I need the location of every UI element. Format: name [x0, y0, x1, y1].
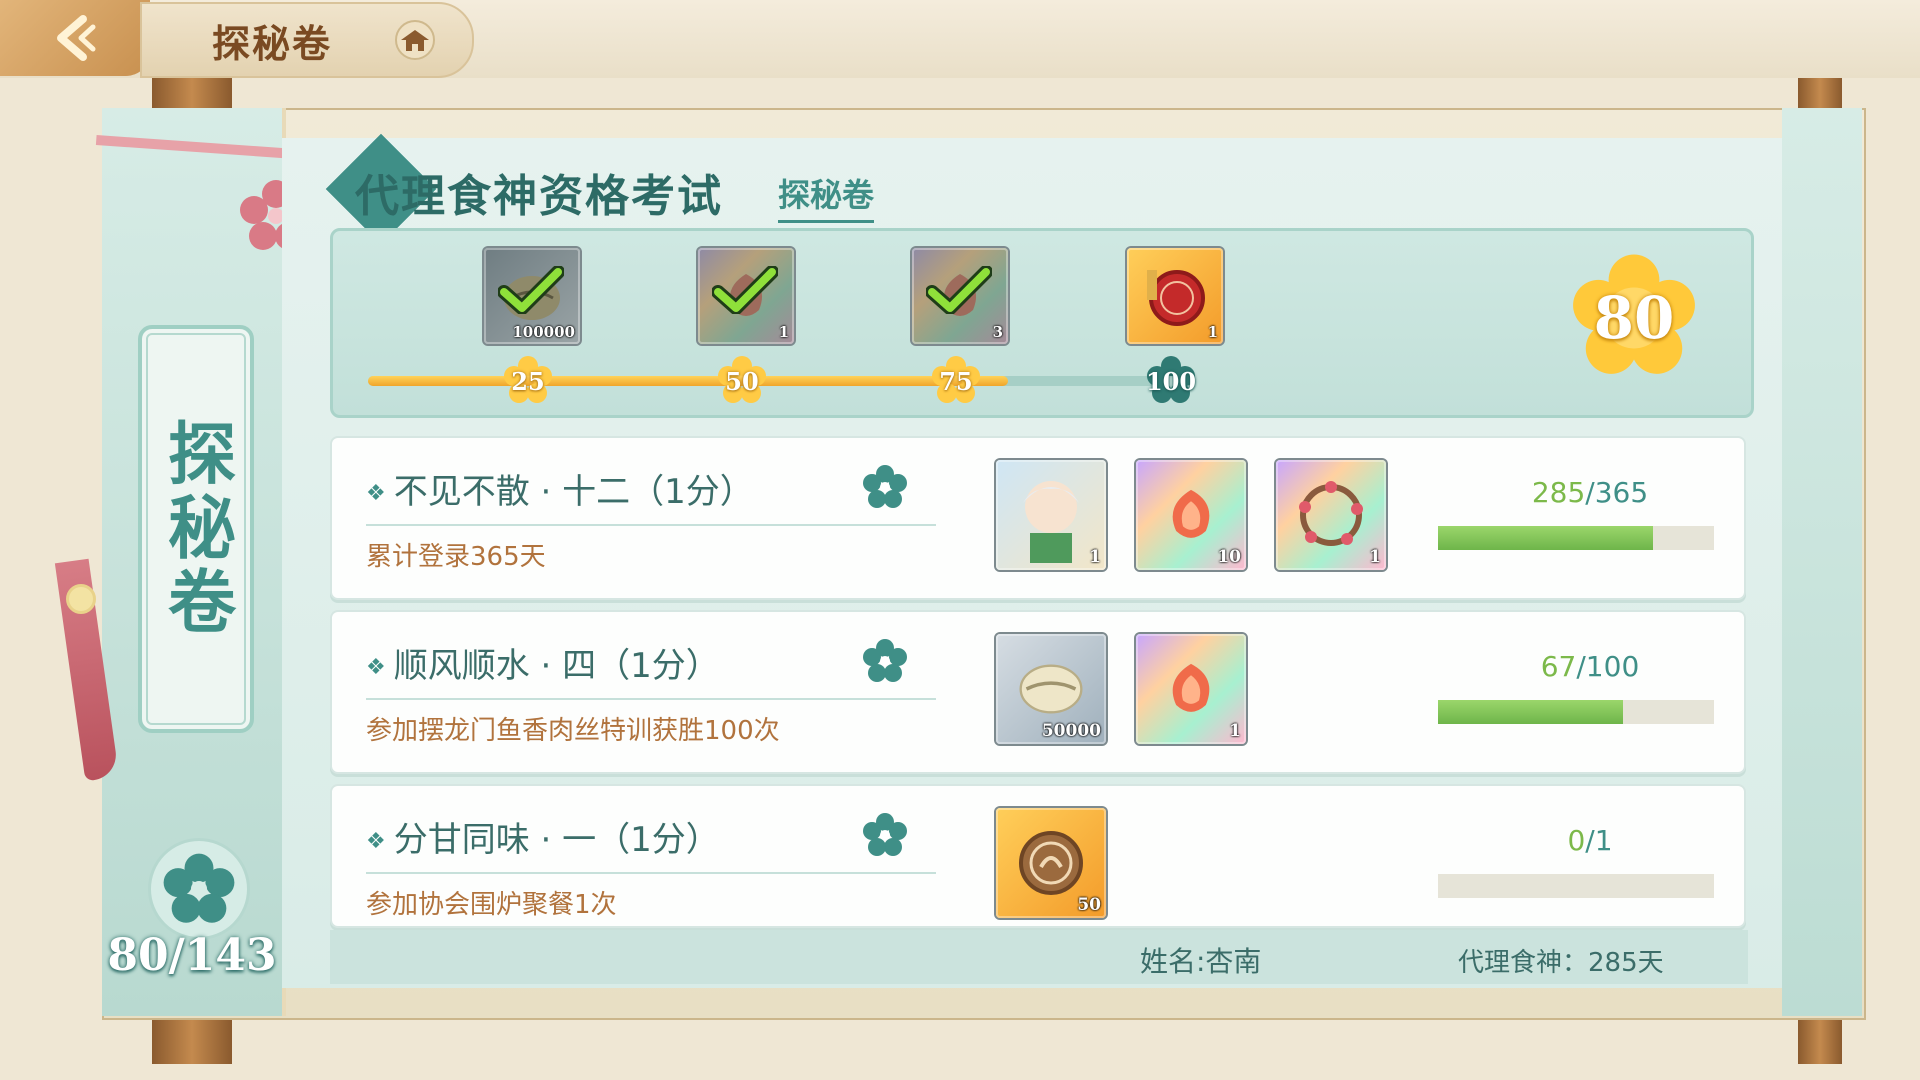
milestone-progress-fill: [368, 376, 1008, 386]
fire-fan-icon: [1172, 663, 1210, 712]
task-reward[interactable]: 50: [996, 808, 1106, 918]
task-name-text: 分甘同味 · 一（1分）: [393, 820, 720, 860]
vertical-title: 探秘卷: [155, 418, 236, 640]
task-name-text: 顺风顺水 · 四（1分）: [393, 646, 720, 686]
footer-bar: 姓名:杏南 代理食神：285天: [330, 930, 1748, 984]
panel-subtitle-tab[interactable]: 探秘卷: [778, 170, 875, 223]
divider: [366, 524, 936, 526]
milestone-label: 75: [939, 366, 973, 396]
home-icon[interactable]: [392, 20, 438, 60]
title-tab: 探秘卷: [140, 2, 474, 78]
reward-quantity: 100000: [512, 323, 575, 341]
back-arrow-icon: [57, 15, 96, 61]
divider: [366, 872, 936, 874]
flower-icon: [163, 853, 235, 923]
milestone-reward-1[interactable]: 100000: [484, 248, 580, 344]
task-progress-text: 0/1: [1452, 824, 1728, 857]
task-reward[interactable]: 1: [1276, 460, 1386, 570]
reward-quantity: 10: [1217, 547, 1241, 567]
milestone-label: 25: [511, 366, 545, 396]
task-progress-fill: [1438, 526, 1654, 550]
vertical-title-plaque: 探秘卷: [138, 325, 254, 733]
diamond-bullet-icon: ❖: [366, 829, 386, 854]
secret-seal-icon: [1147, 270, 1205, 326]
task-description: 参加协会围炉聚餐1次: [366, 890, 617, 920]
flower-icon: [863, 639, 907, 682]
task-name: ❖ 不见不散 · 十二（1分）: [366, 464, 754, 513]
shell-currency-icon: [1019, 664, 1083, 714]
milestone-reward-3[interactable]: 3: [912, 248, 1008, 344]
milestone-reward-2[interactable]: 1: [698, 248, 794, 344]
panel-title: 代理食神资格考试: [355, 171, 723, 222]
task-name: ❖ 分甘同味 · 一（1分）: [366, 812, 720, 861]
task-progress-bar: [1438, 874, 1714, 898]
task-row: ❖ 分甘同味 · 一（1分） 参加协会围炉聚餐1次 50 0/1: [330, 784, 1746, 928]
diamond-bullet-icon: ❖: [366, 481, 386, 506]
task-progress-text: 285/365: [1452, 476, 1728, 509]
current-score-badge: 80: [1568, 252, 1700, 384]
progress-total: /365: [1585, 476, 1649, 509]
milestone-label: 50: [725, 366, 759, 396]
fire-fan-icon: [1172, 489, 1210, 538]
days-as-chef: 代理食神：285天: [1458, 948, 1664, 978]
task-row: ❖ 不见不散 · 十二（1分） 累计登录365天 1 10 1 285/365: [330, 436, 1746, 600]
player-name: 姓名:杏南: [1140, 945, 1262, 978]
reward-quantity: 1: [1207, 323, 1218, 341]
task-reward[interactable]: 10: [1136, 460, 1246, 570]
reward-quantity: 1: [1369, 547, 1381, 567]
flower-icon: [863, 813, 907, 856]
milestone-marker-75: 75: [930, 355, 982, 407]
sidebar-emblem: [148, 838, 250, 940]
task-reward[interactable]: 1: [996, 460, 1106, 570]
scroll-rod-top-left: [152, 78, 232, 108]
reward-quantity: 1: [1229, 721, 1241, 741]
task-progress-bar: [1438, 526, 1714, 550]
reward-quantity: 1: [778, 323, 789, 341]
task-description: 参加摆龙门鱼香肉丝特训获胜100次: [366, 716, 780, 746]
milestone-marker-100: 100: [1145, 355, 1197, 407]
scroll-right-pillar: [1782, 108, 1862, 1016]
reward-quantity: 50: [1077, 895, 1101, 915]
task-reward[interactable]: 1: [1136, 634, 1246, 744]
tassel-bead: [66, 584, 96, 614]
top-bar: 探秘卷: [0, 0, 1920, 78]
checkmark-icon: [926, 266, 992, 314]
reward-quantity: 50000: [1041, 721, 1101, 741]
task-reward[interactable]: 50000: [996, 634, 1106, 744]
progress-current: 285: [1531, 476, 1586, 509]
checkmark-icon: [498, 266, 564, 314]
task-row: ❖ 顺风顺水 · 四（1分） 参加摆龙门鱼香肉丝特训获胜100次 50000 1 …: [330, 610, 1746, 774]
milestone-marker-50: 50: [716, 355, 768, 407]
progress-current: 67: [1540, 650, 1577, 683]
reward-quantity: 1: [1089, 547, 1101, 567]
guild-coin-icon: [1019, 831, 1083, 895]
scroll-rod-bottom-right: [1798, 1016, 1842, 1064]
score-counter: 80/143: [107, 930, 277, 981]
checkmark-icon: [712, 266, 778, 314]
current-score: 80: [1593, 284, 1675, 352]
milestone-label: 100: [1145, 366, 1197, 396]
task-progress-text: 67/100: [1452, 650, 1728, 683]
flower-icon: [863, 465, 907, 508]
back-button[interactable]: [0, 0, 150, 76]
milestone-marker-25: 25: [502, 355, 554, 407]
progress-total: /100: [1576, 650, 1640, 683]
flower-wreath-icon: [1299, 481, 1363, 546]
task-name-text: 不见不散 · 十二（1分）: [393, 472, 754, 512]
reward-quantity: 3: [992, 323, 1003, 341]
progress-current: 0: [1567, 824, 1586, 857]
progress-total: /1: [1585, 824, 1613, 857]
task-progress-fill: [1438, 700, 1623, 724]
diamond-bullet-icon: ❖: [366, 655, 386, 680]
task-progress-bar: [1438, 700, 1714, 724]
task-description: 累计登录365天: [366, 542, 546, 572]
task-name: ❖ 顺风顺水 · 四（1分）: [366, 638, 720, 687]
scroll-rod-bottom-left: [152, 1016, 232, 1064]
scroll-rod-top-right: [1798, 78, 1842, 108]
milestone-reward-4[interactable]: 1: [1127, 248, 1223, 344]
character-portrait-icon: [1023, 481, 1079, 563]
divider: [366, 698, 936, 700]
page-title: 探秘卷: [212, 20, 333, 66]
